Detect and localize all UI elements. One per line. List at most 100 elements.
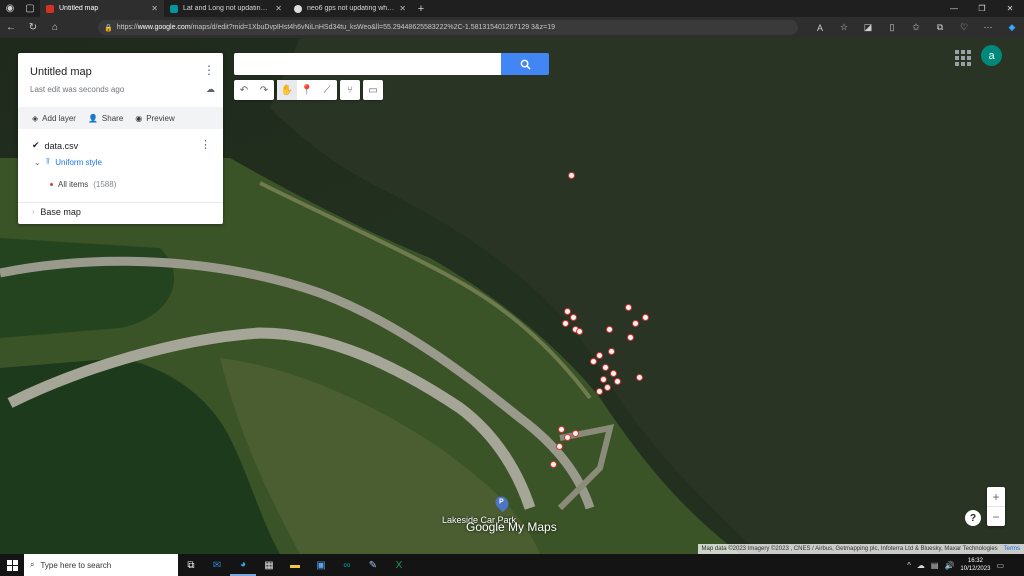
search-button[interactable] (501, 53, 549, 75)
onedrive-icon[interactable]: ☁ (917, 561, 925, 570)
zoom-controls: + − (987, 487, 1005, 526)
edge-icon[interactable]: ◕ (230, 554, 256, 576)
taskbar-search-placeholder: Type here to search (40, 560, 112, 570)
map-marker[interactable] (602, 364, 609, 371)
more-options-icon[interactable]: ⋮ (203, 63, 215, 77)
volume-icon[interactable]: 🔊 (944, 561, 954, 570)
help-button[interactable]: ? (965, 510, 981, 526)
read-aloud-icon[interactable]: A (808, 17, 832, 38)
add-person-icon: 👤 (87, 113, 98, 123)
add-layer-button[interactable]: ◈ Add layer (32, 114, 76, 123)
layer-row[interactable]: ✔ data.csv (32, 140, 78, 151)
notifications-icon[interactable]: ▭ (996, 561, 1004, 570)
map-marker[interactable] (610, 370, 617, 377)
share-button[interactable]: 👤 Share (88, 114, 123, 123)
undo-icon[interactable]: ↶ (234, 80, 254, 100)
map-marker[interactable] (568, 172, 575, 179)
draw-line-icon[interactable]: ⟋ (317, 80, 337, 100)
map-marker[interactable] (596, 388, 603, 395)
map-marker[interactable] (604, 384, 611, 391)
zoom-in-button[interactable]: + (987, 487, 1005, 506)
map-marker[interactable] (642, 314, 649, 321)
map-marker[interactable] (600, 376, 607, 383)
arduino-icon[interactable]: ∞ (334, 554, 360, 576)
settings-more-icon[interactable]: ⋯ (976, 17, 1000, 38)
new-tab-button[interactable]: + (412, 0, 430, 17)
checkbox-checked-icon[interactable]: ✔ (32, 140, 40, 151)
store-icon[interactable]: ▦ (256, 554, 282, 576)
map-marker[interactable] (558, 426, 565, 433)
map-marker[interactable] (606, 326, 613, 333)
favorites-icon[interactable]: ✩ (904, 17, 928, 38)
map-title[interactable]: Untitled map (30, 66, 92, 78)
layer-options-icon[interactable]: ⋮ (200, 138, 211, 151)
map-marker[interactable] (614, 378, 621, 385)
search-input[interactable] (234, 53, 501, 75)
map-marker[interactable] (608, 348, 615, 355)
terms-link[interactable]: Terms (1004, 546, 1020, 552)
photos-icon[interactable]: ▣ (308, 554, 334, 576)
clock[interactable]: 16:32 10/12/2023 (960, 557, 990, 573)
extension-icon[interactable]: ◪ (856, 17, 880, 38)
windows-start-icon[interactable] (0, 554, 24, 576)
favorite-star-icon[interactable]: ☆ (832, 17, 856, 38)
browser-essentials-icon[interactable]: ♡ (952, 17, 976, 38)
copilot-icon[interactable]: ◆ (1000, 17, 1024, 38)
map-marker[interactable] (556, 443, 563, 450)
map-marker[interactable] (570, 314, 577, 321)
base-map-row[interactable]: › Base map (32, 207, 81, 217)
map-marker[interactable] (590, 358, 597, 365)
task-view-icon[interactable]: ⧉ (178, 554, 204, 576)
ruler-icon[interactable]: ▭ (363, 80, 383, 100)
map-marker[interactable] (632, 320, 639, 327)
collections-icon[interactable]: ⧉ (928, 17, 952, 38)
preview-button[interactable]: ◉ Preview (135, 114, 174, 123)
map-marker[interactable] (564, 434, 571, 441)
notepad-icon[interactable]: ✎ (360, 554, 386, 576)
mail-icon[interactable]: ✉ (204, 554, 230, 576)
map-toolbar: ↶ ↷ ✋ 📍 ⟋ ⑂ ▭ (234, 80, 383, 100)
refresh-icon[interactable]: ↻ (22, 17, 44, 38)
restore-icon[interactable]: ❐ (968, 0, 996, 17)
close-icon[interactable]: ✕ (399, 4, 406, 13)
map-marker[interactable] (596, 352, 603, 359)
close-icon[interactable]: ✕ (275, 4, 282, 13)
close-icon[interactable]: ✕ (151, 4, 158, 13)
hand-pan-icon[interactable]: ✋ (277, 80, 297, 100)
network-icon[interactable]: ▤ (931, 561, 939, 570)
map-marker[interactable] (627, 334, 634, 341)
redo-icon[interactable]: ↷ (254, 80, 274, 100)
close-window-icon[interactable]: ✕ (996, 0, 1024, 17)
url-bar[interactable]: 🔒 https://www.google.com/maps/d/edit?mid… (98, 20, 798, 35)
profile-icon[interactable]: ◉ (0, 0, 20, 17)
uniform-style-link[interactable]: ⌄ ⫪ Uniform style (34, 157, 102, 167)
back-icon[interactable]: ← (0, 17, 22, 38)
taskbar-search[interactable]: ⌕ Type here to search (24, 554, 178, 576)
apps-grid-icon[interactable] (953, 48, 971, 66)
zoom-out-button[interactable]: − (987, 507, 1005, 526)
home-icon[interactable]: ⌂ (44, 17, 66, 38)
split-screen-icon[interactable]: ▯ (880, 17, 904, 38)
chevron-up-icon[interactable]: ^ (907, 561, 911, 570)
tab-actions-icon[interactable]: ▢ (20, 0, 40, 17)
map-canvas[interactable]: Untitled map Last edit was seconds ago ⋮… (0, 38, 1024, 554)
map-marker[interactable] (636, 374, 643, 381)
tab-lat-long[interactable]: Lat and Long not updating with ✕ (164, 0, 288, 17)
avatar[interactable]: a (981, 45, 1002, 66)
map-marker[interactable] (572, 430, 579, 437)
directions-icon[interactable]: ⑂ (340, 80, 360, 100)
minimize-icon[interactable]: — (940, 0, 968, 17)
map-marker[interactable] (564, 308, 571, 315)
chevron-down-icon[interactable]: ⌄ (34, 158, 41, 167)
excel-icon[interactable]: X (386, 554, 412, 576)
add-marker-icon[interactable]: 📍 (297, 80, 317, 100)
tab-untitled-map[interactable]: Untitled map ✕ (40, 0, 164, 17)
tab-neo6-gps[interactable]: neo6 gps not updating when m ✕ (288, 0, 412, 17)
map-marker[interactable] (625, 304, 632, 311)
all-items-row[interactable]: All items (1588) (50, 180, 116, 189)
file-explorer-icon[interactable]: ▬ (282, 554, 308, 576)
map-marker[interactable] (550, 461, 557, 468)
chevron-right-icon[interactable]: › (32, 209, 34, 216)
map-marker[interactable] (562, 320, 569, 327)
map-marker[interactable] (576, 328, 583, 335)
